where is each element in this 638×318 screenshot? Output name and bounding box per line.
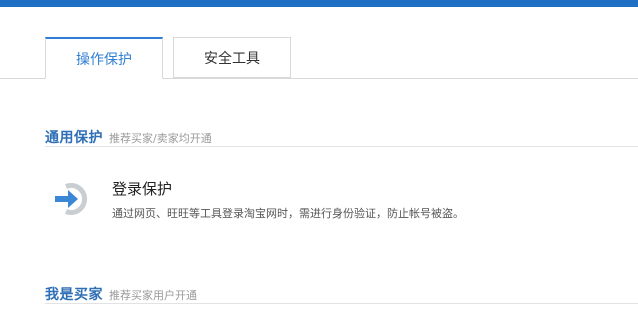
section-divider-buyer: [45, 303, 638, 304]
tab-security-tools-label: 安全工具: [204, 50, 260, 67]
section-title-buyer: 我是买家: [45, 287, 103, 303]
login-arrow-icon: [55, 183, 88, 215]
section-subtitle-buyer: 推荐买家用户开通: [109, 289, 197, 302]
feature-login-protection[interactable]: 登录保护 通过网页、旺旺等工具登录淘宝网时，需进行身份验证，防止帐号被盗。: [52, 178, 612, 224]
tab-operation-protection-label: 操作保护: [76, 51, 132, 68]
section-divider-general: [45, 146, 638, 147]
tab-operation-protection[interactable]: 操作保护: [45, 37, 163, 79]
section-title-general: 通用保护: [45, 130, 103, 146]
section-header-buyer: 我是买家 推荐买家用户开通: [45, 284, 638, 304]
tab-security-tools[interactable]: 安全工具: [173, 37, 291, 78]
feature-description: 通过网页、旺旺等工具登录淘宝网时，需进行身份验证，防止帐号被盗。: [112, 207, 464, 220]
top-bar: [0, 0, 638, 7]
feature-title[interactable]: 登录保护: [112, 178, 172, 199]
security-settings-page: 操作保护 安全工具 通用保护 推荐买家/卖家均开通 登录保护 通过网页、旺旺等工…: [0, 0, 638, 318]
section-header-general: 通用保护 推荐买家/卖家均开通: [45, 127, 638, 147]
section-subtitle-general: 推荐买家/卖家均开通: [109, 132, 212, 145]
